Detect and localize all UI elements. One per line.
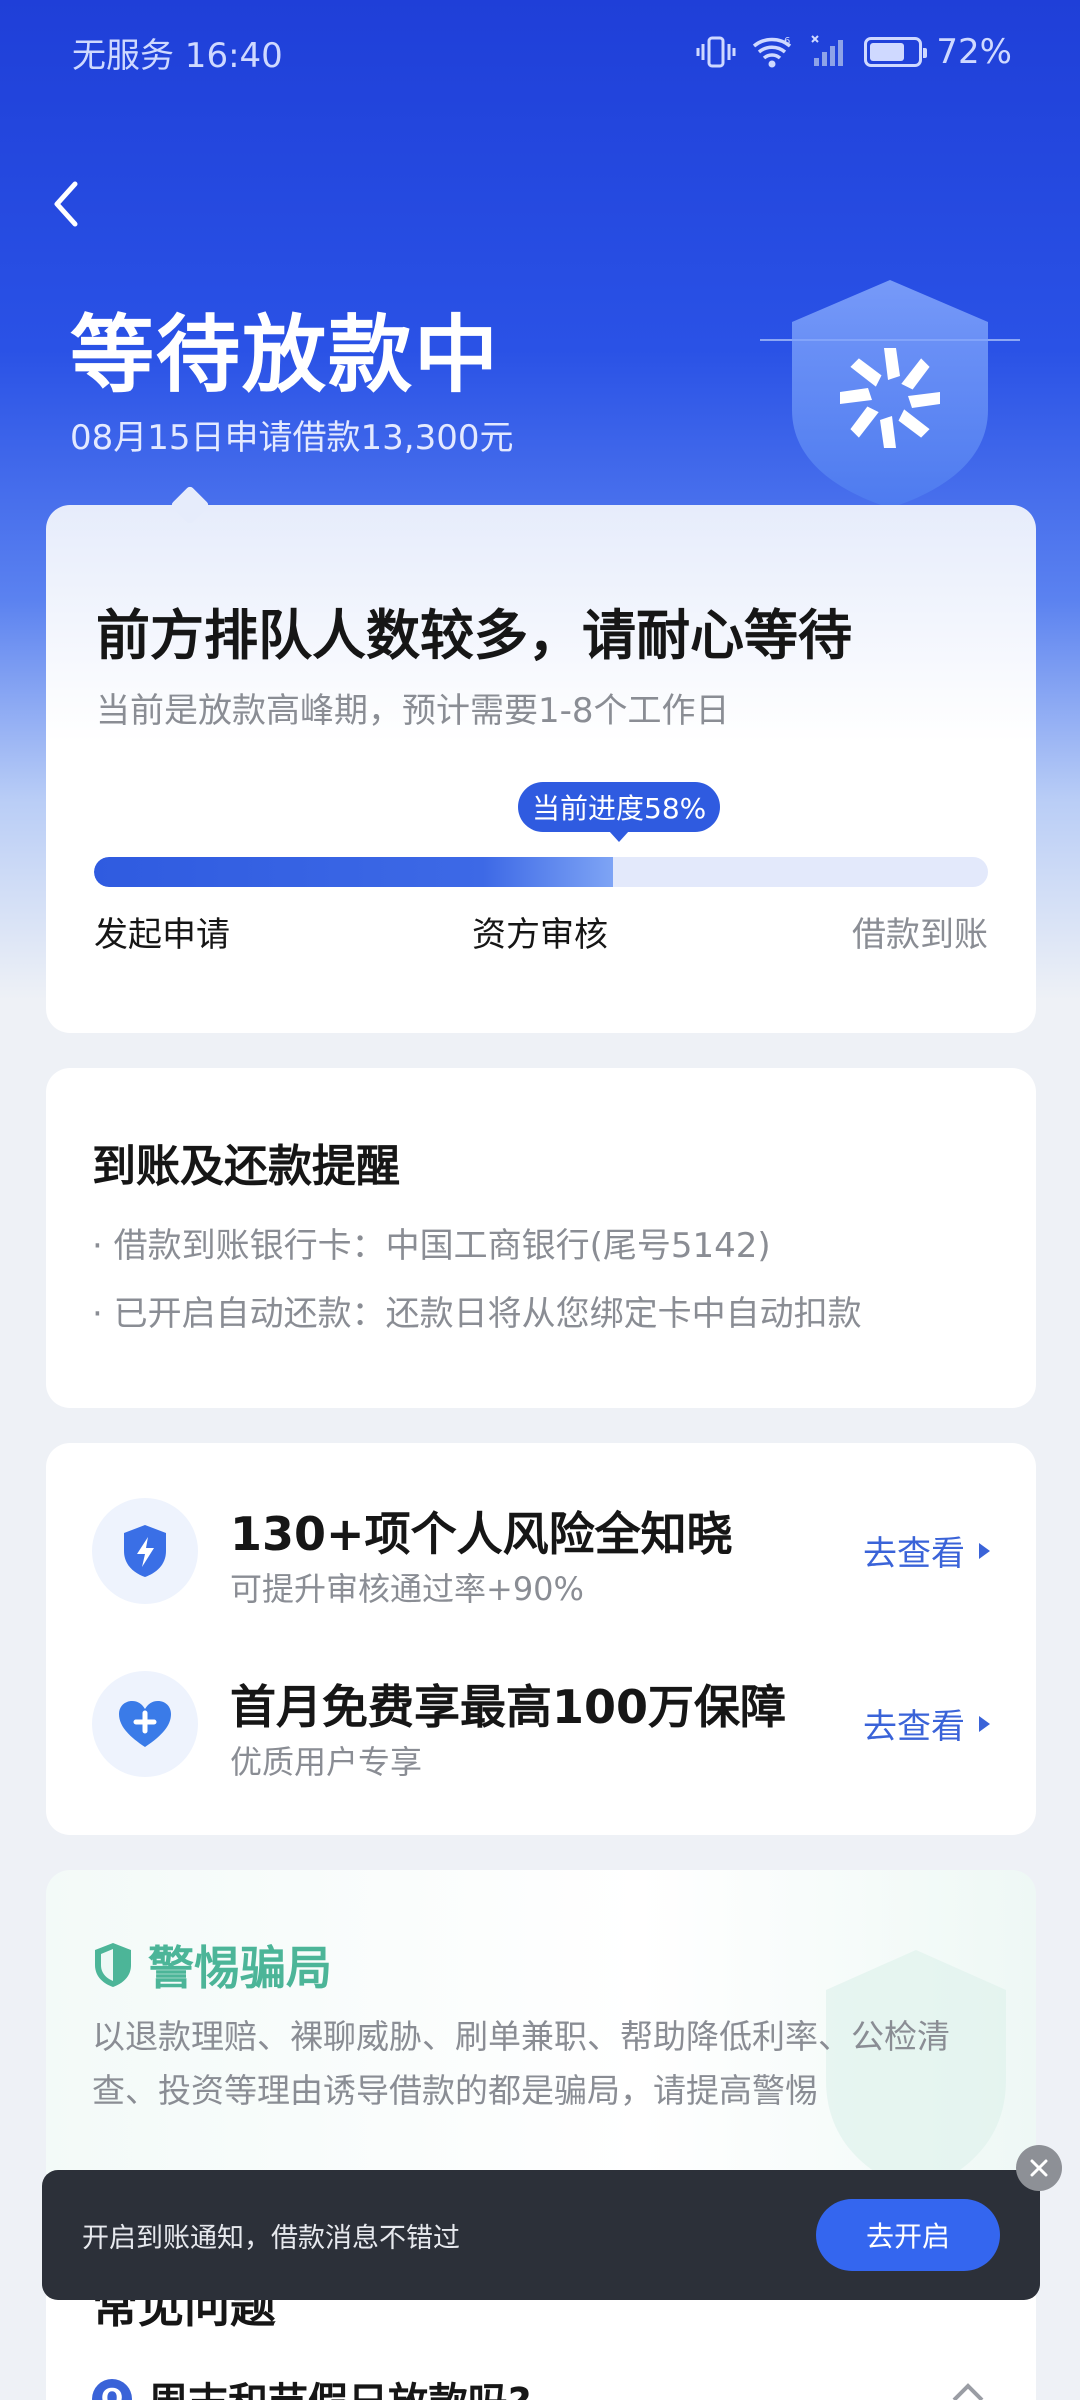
enable-notification-button[interactable]: 去开启	[816, 2199, 1000, 2271]
close-icon	[1030, 2159, 1048, 2177]
queue-title: 前方排队人数较多，请耐心等待	[96, 604, 852, 667]
battery-icon	[864, 37, 928, 67]
view-link-label: 去查看	[863, 1707, 965, 1747]
reminder-bank-card: · 借款到账银行卡：中国工商银行(尾号5142)	[92, 1226, 771, 1266]
progress-card: 前方排队人数较多，请耐心等待 当前是放款高峰期，预计需要1-8个工作日 当前进度…	[46, 485, 1036, 1033]
view-link-label: 去查看	[863, 1534, 965, 1574]
toast-close-button[interactable]	[1016, 2145, 1062, 2191]
reminder-auto-repay: · 已开启自动还款：还款日将从您绑定卡中自动扣款	[92, 1294, 862, 1334]
warning-body: 以退款理赔、裸聊威胁、刷单兼职、帮助降低利率、公检清查、投资等理由诱导借款的都是…	[92, 2017, 950, 2110]
view-insurance-link[interactable]: 去查看	[863, 1699, 990, 1748]
triangle-right-icon	[979, 1715, 990, 1732]
promo-item-insurance[interactable]: 首月免费享最高100万保障 优质用户专享 去查看	[46, 1671, 1036, 1791]
progress-bar-fill	[94, 857, 613, 887]
faq-question-row[interactable]: Q 周末和节假日放款吗?	[92, 2370, 531, 2400]
fraud-warning-card: 警惕骗局 以退款理赔、裸聊威胁、刷单兼职、帮助降低利率、公检清查、投资等理由诱导…	[46, 1870, 1036, 2200]
promo-title: 130+项个人风险全知晓	[230, 1507, 733, 1561]
progress-tooltip: 当前进度58%	[518, 782, 721, 842]
promo-subtitle: 可提升审核通过率+90%	[230, 1570, 584, 1608]
wifi-icon: 6	[750, 34, 796, 70]
chevron-up-icon[interactable]	[950, 2380, 986, 2400]
step-review: 资方审核	[472, 915, 608, 955]
chevron-left-icon	[54, 181, 78, 227]
battery-level	[870, 43, 904, 61]
triangle-right-icon	[979, 1542, 990, 1559]
step-disbursed: 借款到账	[852, 915, 988, 955]
faq-question: 周末和节假日放款吗?	[148, 2370, 531, 2400]
svg-text:6: 6	[784, 36, 790, 47]
warning-header: 警惕骗局	[92, 1932, 332, 1998]
status-icons: 6 72%	[696, 32, 1012, 72]
queue-subtitle: 当前是放款高峰期，预计需要1-8个工作日	[96, 691, 730, 731]
vibrate-icon	[696, 34, 736, 70]
page-subtitle: 08月15日申请借款13,300元	[70, 418, 514, 458]
warning-title: 警惕骗局	[148, 1941, 332, 1995]
promo-item-risk[interactable]: 130+项个人风险全知晓 可提升审核通过率+90% 去查看	[46, 1498, 1036, 1618]
shield-lightning-icon	[92, 1498, 198, 1604]
question-badge: Q	[92, 2379, 132, 2400]
step-apply: 发起申请	[94, 915, 230, 955]
heart-plus-icon	[92, 1671, 198, 1777]
signal-icon	[810, 34, 850, 70]
toast-text: 开启到账通知，借款消息不错过	[82, 2222, 460, 2254]
promo-card: 130+项个人风险全知晓 可提升审核通过率+90% 去查看 首月免费享最高100…	[46, 1443, 1036, 1835]
notification-toast: 开启到账通知，借款消息不错过 去开启	[42, 2170, 1040, 2300]
status-bar: 无服务 16:40 6 72%	[0, 0, 1080, 104]
view-risk-link[interactable]: 去查看	[863, 1526, 990, 1575]
promo-subtitle: 优质用户专享	[230, 1743, 423, 1781]
back-button[interactable]	[40, 170, 92, 238]
promo-title: 首月免费享最高100万保障	[230, 1680, 787, 1734]
reminder-card: 到账及还款提醒 · 借款到账银行卡：中国工商银行(尾号5142) · 已开启自动…	[46, 1068, 1036, 1408]
reminder-title: 到账及还款提醒	[92, 1141, 400, 1192]
progress-bar	[94, 857, 988, 887]
shield-check-icon	[95, 1943, 131, 1987]
shield-logo-icon	[760, 270, 1020, 520]
status-carrier-time: 无服务 16:40	[72, 35, 283, 76]
battery-percent: 72%	[936, 32, 1012, 72]
page-title: 等待放款中	[70, 306, 501, 404]
